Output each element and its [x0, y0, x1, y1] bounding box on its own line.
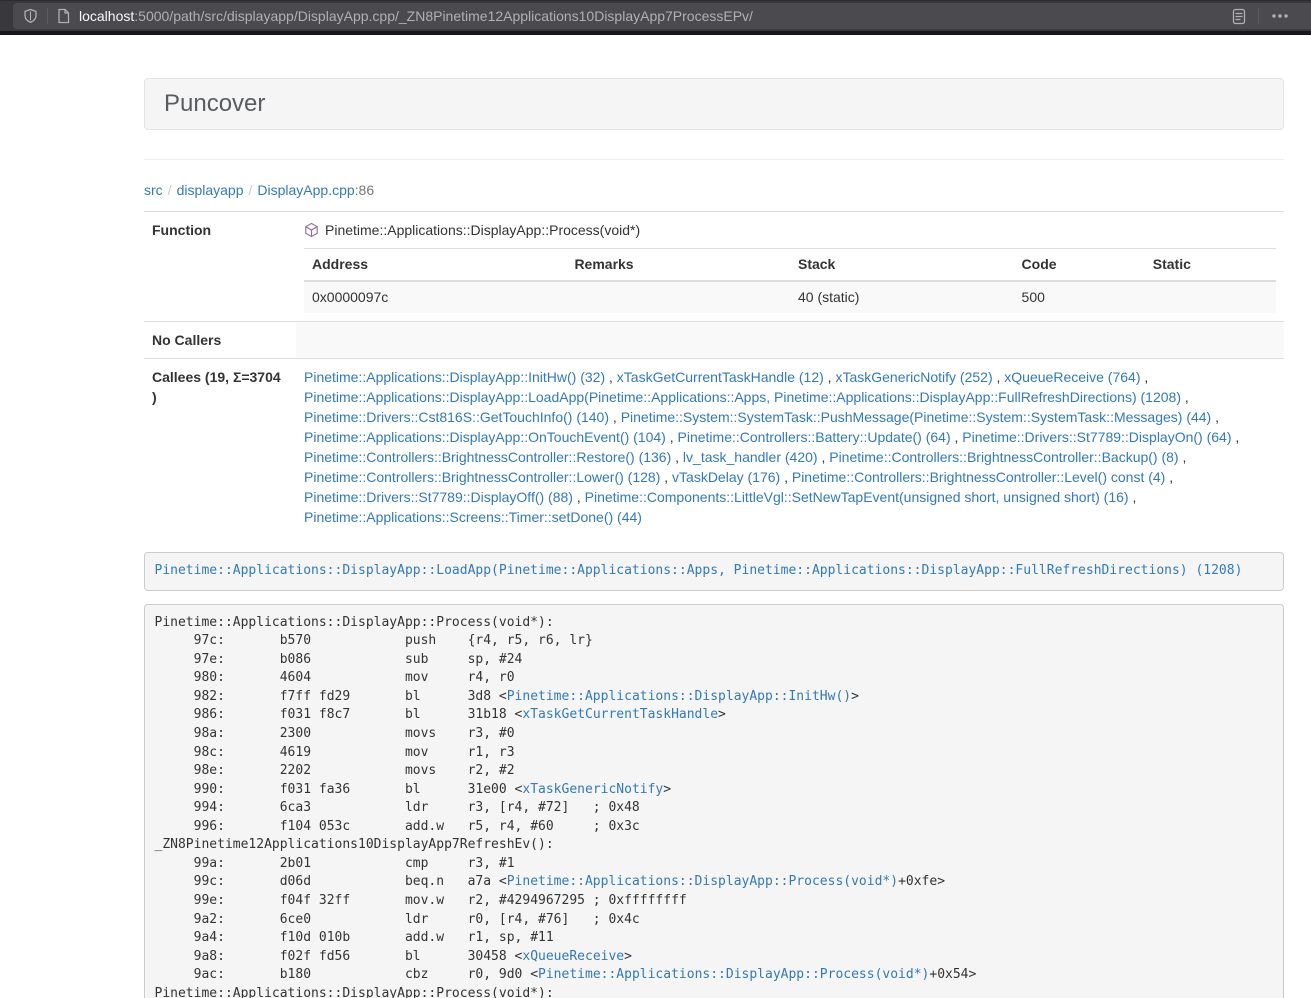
header-divider [144, 159, 1284, 160]
code-symbol-link[interactable]: xTaskGenericNotify [522, 782, 663, 797]
metrics-header-row: Address Remarks Stack Code Static [304, 249, 1276, 282]
callee-link[interactable]: Pinetime::Applications::Screens::Timer::… [304, 509, 642, 525]
cell-static [1145, 281, 1276, 313]
breadcrumb-link-displayapp[interactable]: displayapp [177, 182, 244, 198]
overflow-menu-icon[interactable] [1271, 8, 1289, 24]
url-host: localhost [79, 8, 134, 24]
symbol-metrics-table: Address Remarks Stack Code Static [304, 248, 1276, 313]
metrics-data-row: 0x0000097c 40 (static) 500 [304, 281, 1276, 313]
callee-link[interactable]: Pinetime::Controllers::BrightnessControl… [304, 469, 660, 485]
callee-link[interactable]: Pinetime::Controllers::BrightnessControl… [792, 469, 1165, 485]
function-name: Pinetime::Applications::DisplayApp::Proc… [325, 220, 640, 240]
cell-address: 0x0000097c [304, 281, 566, 313]
cell-stack: 40 (static) [790, 281, 1014, 313]
callee-link[interactable]: Pinetime::Applications::DisplayApp::Load… [304, 389, 1181, 405]
col-header-static: Static [1145, 249, 1276, 282]
no-callers-label: No Callers [144, 322, 296, 359]
breadcrumb-separator: / [244, 182, 258, 198]
callee-link[interactable]: Pinetime::Controllers::Battery::Update()… [678, 429, 951, 445]
no-callers-row: No Callers [144, 322, 1284, 359]
shield-icon[interactable] [23, 8, 38, 24]
code-symbol-link[interactable]: Pinetime::Applications::DisplayApp::Proc… [507, 874, 898, 889]
callee-link[interactable]: xQueueReceive (764) [1004, 369, 1140, 385]
col-header-address: Address [304, 249, 566, 282]
cell-code: 500 [1014, 281, 1145, 313]
code-symbol-link[interactable]: xTaskGetCurrentTaskHandle [522, 707, 718, 722]
page-title: Puncover [164, 89, 1264, 119]
function-row: Function Pinetime::Applications::Display… [144, 212, 1284, 322]
package-icon [304, 222, 319, 238]
selected-callee-link[interactable]: Pinetime::Applications::DisplayApp::Load… [155, 563, 1243, 578]
cell-remarks [566, 281, 790, 313]
app-header: Puncover [144, 78, 1284, 130]
callee-link[interactable]: Pinetime::Applications::DisplayApp::OnTo… [304, 429, 666, 445]
function-line: Pinetime::Applications::DisplayApp::Proc… [304, 220, 1276, 240]
function-label: Function [144, 212, 296, 322]
reader-mode-icon[interactable] [1232, 8, 1246, 25]
callees-list: Pinetime::Applications::DisplayApp::Init… [296, 359, 1284, 536]
callee-link[interactable]: Pinetime::Drivers::St7789::DisplayOff() … [304, 489, 573, 505]
breadcrumb-link-file[interactable]: DisplayApp.cpp [257, 182, 354, 198]
no-callers-empty-cell [296, 322, 1284, 359]
breadcrumb-link-src[interactable]: src [144, 182, 163, 198]
url-text: localhost:5000/path/src/displayapp/Displ… [79, 8, 1211, 24]
callees-label: Callees (19, Σ=3704 ) [144, 359, 296, 536]
toolbar-right [1220, 8, 1301, 25]
code-symbol-link[interactable]: Pinetime::Applications::DisplayApp::Init… [507, 689, 851, 704]
callee-link[interactable]: lv_task_handler (420) [683, 449, 818, 465]
disassembly: Pinetime::Applications::DisplayApp::Proc… [144, 604, 1284, 998]
breadcrumb-separator: / [163, 182, 177, 198]
page-info-icon[interactable] [57, 8, 70, 24]
col-header-code: Code [1014, 249, 1145, 282]
col-header-stack: Stack [790, 249, 1014, 282]
code-symbol-link[interactable]: Pinetime::Applications::DisplayApp::Proc… [538, 967, 929, 982]
callee-link[interactable]: Pinetime::Controllers::BrightnessControl… [304, 449, 671, 465]
callee-link[interactable]: Pinetime::Controllers::BrightnessControl… [829, 449, 1178, 465]
callee-link[interactable]: Pinetime::Drivers::St7789::DisplayOn() (… [962, 429, 1231, 445]
breadcrumb: src/displayapp/DisplayApp.cpp:86 [144, 180, 1284, 200]
callee-link[interactable]: Pinetime::Applications::DisplayApp::Init… [304, 369, 605, 385]
address-bar[interactable]: localhost:5000/path/src/displayapp/Displ… [13, 3, 1311, 29]
callee-link[interactable]: Pinetime::Components::LittleVgl::SetNewT… [585, 489, 1129, 505]
browser-window: localhost:5000/path/src/displayapp/Displ… [0, 0, 1311, 998]
toolbar-separator [47, 8, 48, 24]
callee-link[interactable]: Pinetime::System::SystemTask::PushMessag… [621, 409, 1212, 425]
content-container: Puncover src/displayapp/DisplayApp.cpp:8… [144, 78, 1284, 998]
selected-callee-box: Pinetime::Applications::DisplayApp::Load… [144, 552, 1284, 591]
browser-toolbar: localhost:5000/path/src/displayapp/Displ… [0, 0, 1311, 35]
page-content: Puncover src/displayapp/DisplayApp.cpp:8… [0, 35, 1311, 998]
url-path: :5000/path/src/displayapp/DisplayApp.cpp… [134, 8, 753, 24]
symbol-detail-table: Function Pinetime::Applications::Display… [144, 211, 1284, 535]
callee-link[interactable]: vTaskDelay (176) [672, 469, 780, 485]
callees-row: Callees (19, Σ=3704 ) Pinetime::Applicat… [144, 359, 1284, 536]
callee-link[interactable]: xTaskGetCurrentTaskHandle (12) [617, 369, 824, 385]
code-symbol-link[interactable]: xQueueReceive [522, 949, 624, 964]
breadcrumb-line-number: :86 [355, 182, 374, 198]
callee-link[interactable]: Pinetime::Drivers::Cst816S::GetTouchInfo… [304, 409, 609, 425]
toolbar-separator-2 [1258, 8, 1259, 24]
col-header-remarks: Remarks [566, 249, 790, 282]
callee-link[interactable]: xTaskGenericNotify (252) [835, 369, 992, 385]
